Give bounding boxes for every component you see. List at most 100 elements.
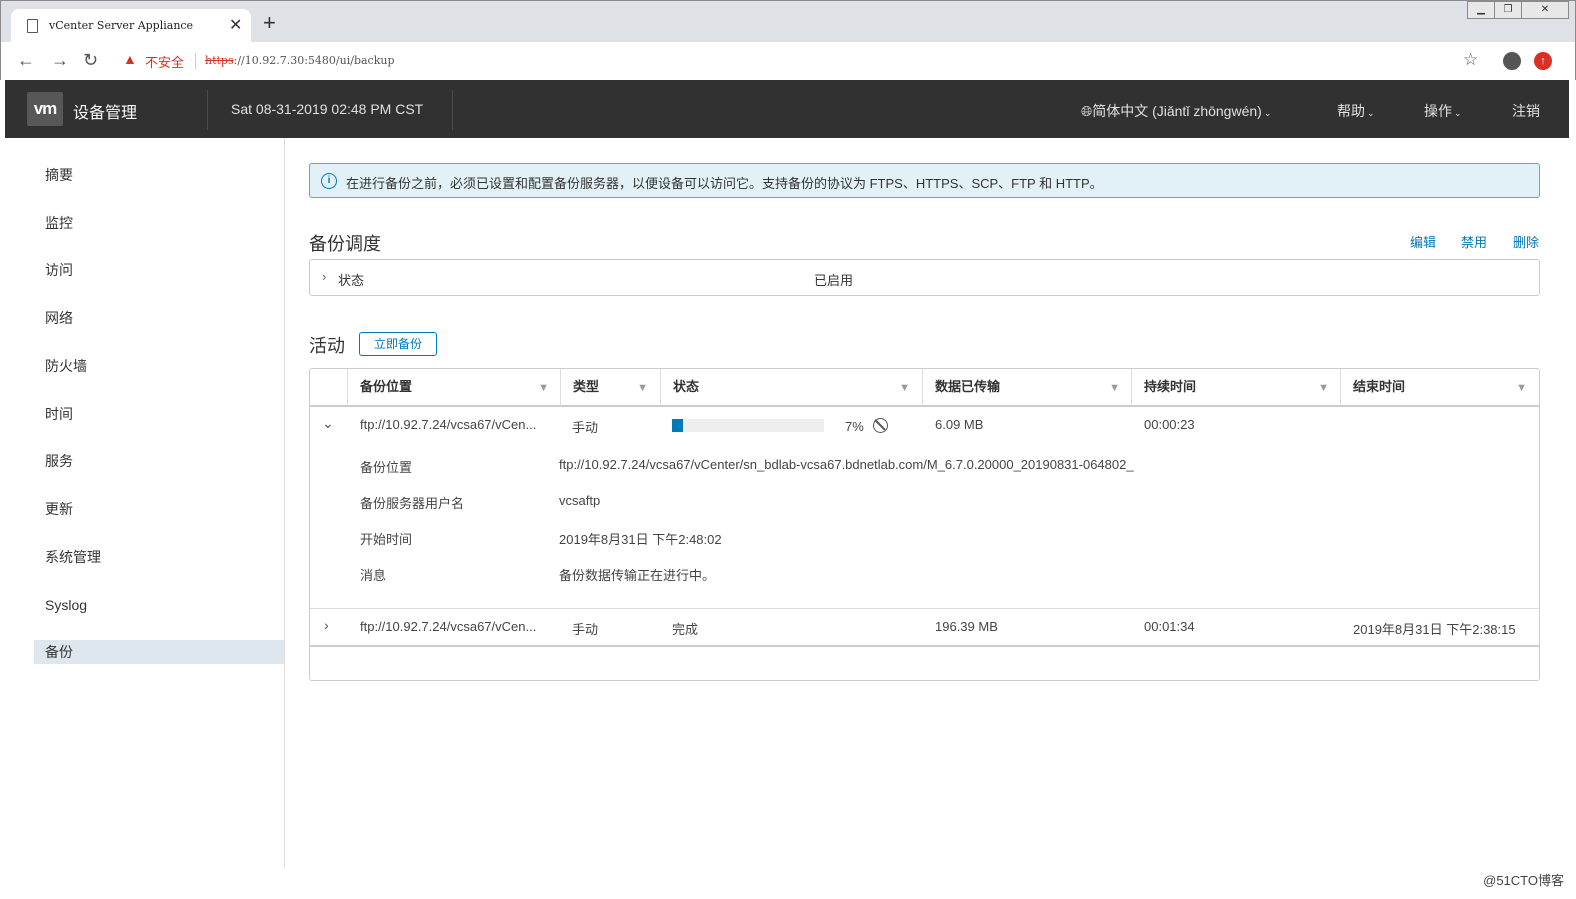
- row-status: 完成: [672, 622, 699, 637]
- chevron-right-icon[interactable]: ›: [324, 617, 329, 633]
- window-close-button[interactable]: ✕: [1521, 1, 1569, 19]
- filter-icon[interactable]: ▼: [538, 370, 549, 406]
- new-tab-button[interactable]: +: [263, 12, 276, 34]
- chevron-down-icon: ⌄: [1367, 108, 1375, 118]
- sidebar-item-services[interactable]: 服务: [34, 449, 284, 473]
- sidebar-item-syslog[interactable]: Syslog: [34, 593, 284, 617]
- row-duration: 00:01:34: [1144, 619, 1195, 634]
- info-alert: i 在进行备份之前，必须已设置和配置备份服务器，以便设备可以访问它。支持备份的协…: [309, 163, 1540, 198]
- row-transferred: 6.09 MB: [935, 417, 984, 432]
- app-title: 设备管理: [73, 105, 138, 122]
- alert-text: 在进行备份之前，必须已设置和配置备份服务器，以便设备可以访问它。支持备份的协议为…: [346, 176, 1103, 191]
- detail-user-label: 备份服务器用户名: [360, 496, 465, 511]
- sidebar-item-time[interactable]: 时间: [34, 402, 284, 426]
- chevron-down-icon[interactable]: ⌄: [322, 415, 334, 432]
- reload-icon[interactable]: ↻: [83, 50, 98, 71]
- schedule-title: 备份调度: [309, 234, 381, 254]
- row-divider: [310, 608, 1539, 609]
- vmware-logo: vm: [27, 92, 63, 126]
- divider: [207, 90, 208, 130]
- backup-progress-bar: [672, 419, 824, 432]
- sidebar-item-access[interactable]: 访问: [34, 258, 284, 282]
- watermark: @51CTO博客: [1483, 873, 1564, 888]
- column-header-location[interactable]: 备份位置 ▼: [347, 369, 561, 406]
- language-menu[interactable]: 🌐︎简体中文 (Jiǎntǐ zhōngwén) ⌄: [1081, 101, 1271, 121]
- browser-toolbar: ← → ↻ ▲ 不安全 https://10.92.7.30:5480/ui/b…: [0, 42, 1576, 80]
- sidebar-item-administration[interactable]: 系统管理: [34, 545, 284, 569]
- sidebar: 摘要 监控 访问 网络 防火墙 时间 服务 更新 系统管理 Syslog 备份: [5, 138, 285, 868]
- backup-now-button[interactable]: 立即备份: [359, 332, 437, 356]
- detail-user-value: vcsaftp: [559, 493, 601, 508]
- filter-icon[interactable]: ▼: [1109, 370, 1120, 406]
- detail-start-label: 开始时间: [360, 532, 413, 547]
- row-end-time: 2019年8月31日 下午2:38:15: [1353, 622, 1516, 637]
- column-header-status[interactable]: 状态 ▼: [660, 369, 922, 406]
- grid-header: 备份位置 ▼ 类型 ▼ 状态 ▼ 数据已传输 ▼ 持续时间 ▼ 结束时间 ▼: [310, 369, 1539, 407]
- row-location: ftp://10.92.7.24/vcsa67/vCen...: [360, 417, 537, 432]
- restore-button[interactable]: ❐: [1494, 1, 1522, 19]
- url-text[interactable]: https://10.92.7.30:5480/ui/backup: [205, 54, 395, 67]
- detail-start-value: 2019年8月31日 下午2:48:02: [559, 532, 722, 547]
- info-icon: i: [321, 173, 337, 189]
- header-datetime: Sat 08-31-2019 02:48 PM CST: [231, 101, 424, 117]
- sidebar-item-networking[interactable]: 网络: [34, 306, 284, 330]
- window-controls: ▁ ❐ ✕: [1467, 1, 1569, 19]
- detail-message-value: 备份数据传输正在进行中。: [559, 568, 716, 583]
- update-icon[interactable]: ↑: [1534, 52, 1552, 70]
- help-menu[interactable]: 帮助 ⌄: [1337, 101, 1375, 121]
- logout-button[interactable]: 注销: [1512, 101, 1540, 121]
- tab-title: vCenter Server Appliance: [49, 19, 194, 32]
- row-transferred: 196.39 MB: [935, 619, 998, 634]
- actions-menu[interactable]: 操作 ⌄: [1424, 101, 1462, 121]
- activity-grid: 备份位置 ▼ 类型 ▼ 状态 ▼ 数据已传输 ▼ 持续时间 ▼ 结束时间 ▼ ⌄ ftp:/…: [309, 368, 1540, 681]
- schedule-status-row[interactable]: › 状态 已启用: [309, 259, 1540, 296]
- sidebar-item-backup[interactable]: 备份: [34, 640, 284, 664]
- row-type: 手动: [572, 622, 599, 637]
- filter-icon[interactable]: ▼: [899, 370, 910, 406]
- detail-message-label: 消息: [360, 568, 387, 583]
- browser-titlebar: vCenter Server Appliance ✕ + ▁ ❐ ✕: [0, 0, 1576, 43]
- filter-icon[interactable]: ▼: [1318, 370, 1329, 406]
- back-arrow-icon[interactable]: ←: [17, 50, 35, 71]
- column-header-type[interactable]: 类型 ▼: [560, 369, 660, 406]
- sidebar-item-summary[interactable]: 摘要: [34, 163, 284, 187]
- filter-icon[interactable]: ▼: [1516, 370, 1527, 406]
- column-header-transferred[interactable]: 数据已传输 ▼: [922, 369, 1132, 406]
- activity-title: 活动: [309, 336, 345, 356]
- grid-footer-divider: [310, 645, 1539, 647]
- chevron-down-icon: ⌄: [1263, 108, 1272, 118]
- filter-icon[interactable]: ▼: [637, 370, 648, 406]
- row-location: ftp://10.92.7.24/vcsa67/vCen...: [360, 619, 537, 634]
- sidebar-item-update[interactable]: 更新: [34, 497, 284, 521]
- disable-link[interactable]: 禁用: [1461, 232, 1487, 251]
- divider: [195, 53, 196, 69]
- account-icon[interactable]: [1503, 52, 1521, 70]
- cancel-icon[interactable]: [873, 418, 888, 433]
- divider: [452, 90, 453, 130]
- bookmark-star-icon[interactable]: ☆: [1463, 50, 1478, 70]
- minimize-button[interactable]: ▁: [1467, 1, 1495, 19]
- column-header-duration[interactable]: 持续时间 ▼: [1131, 369, 1341, 406]
- browser-tab[interactable]: vCenter Server Appliance ✕: [11, 9, 251, 43]
- column-header-end-time[interactable]: 结束时间 ▼: [1340, 369, 1539, 406]
- chevron-right-icon[interactable]: ›: [322, 269, 326, 284]
- address-bar[interactable]: ▲ 不安全 https://10.92.7.30:5480/ui/backup: [113, 47, 1493, 75]
- status-label: 状态: [338, 273, 365, 288]
- globe-icon: 🌐︎: [1081, 103, 1093, 119]
- delete-link[interactable]: 删除: [1513, 232, 1539, 251]
- sidebar-item-monitor[interactable]: 监控: [34, 211, 284, 235]
- row-type: 手动: [572, 420, 599, 435]
- edit-link[interactable]: 编辑: [1410, 232, 1436, 251]
- warning-icon[interactable]: ▲: [123, 51, 137, 67]
- document-icon: [27, 19, 38, 33]
- sidebar-item-firewall[interactable]: 防火墙: [34, 354, 284, 378]
- status-value: 已启用: [814, 273, 854, 288]
- chevron-down-icon: ⌄: [1454, 108, 1462, 118]
- security-indicator[interactable]: 不安全: [145, 52, 184, 71]
- app-header: vm 设备管理 Sat 08-31-2019 02:48 PM CST 🌐︎简体…: [5, 80, 1569, 138]
- row-duration: 00:00:23: [1144, 417, 1195, 432]
- progress-percent: 7%: [845, 419, 864, 434]
- close-tab-icon[interactable]: ✕: [229, 15, 242, 35]
- detail-location-label: 备份位置: [360, 460, 413, 475]
- forward-arrow-icon[interactable]: →: [51, 50, 69, 71]
